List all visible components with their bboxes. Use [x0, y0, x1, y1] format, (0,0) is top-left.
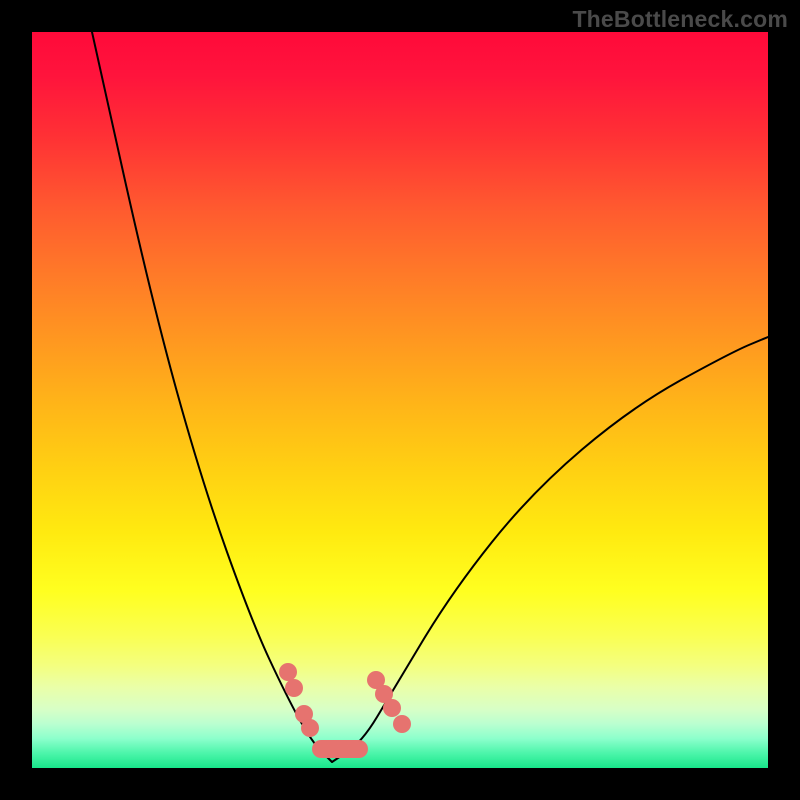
- chart-svg: [32, 32, 768, 768]
- curve-left-branch: [92, 32, 332, 762]
- data-marker: [301, 719, 319, 737]
- data-marker: [279, 663, 297, 681]
- data-marker: [383, 699, 401, 717]
- chart-stage: TheBottleneck.com: [0, 0, 800, 800]
- plot-area: [32, 32, 768, 768]
- data-markers: [279, 663, 411, 737]
- data-marker: [285, 679, 303, 697]
- curve-right-branch: [332, 337, 768, 762]
- data-marker: [393, 715, 411, 733]
- watermark-label: TheBottleneck.com: [572, 6, 788, 33]
- valley-band: [312, 740, 368, 758]
